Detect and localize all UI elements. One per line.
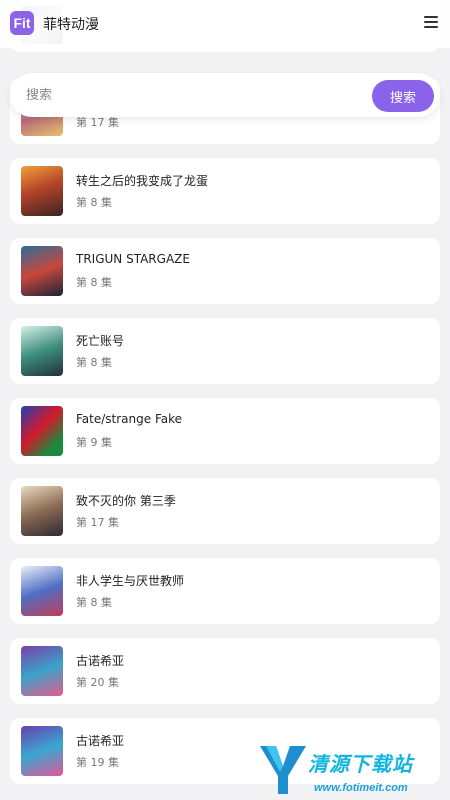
anime-episode: 第 9 集 bbox=[76, 436, 112, 449]
anime-thumbnail bbox=[21, 566, 63, 616]
anime-title: 致不灭的你 第三季 bbox=[76, 494, 176, 508]
search-input[interactable] bbox=[18, 81, 358, 109]
search-bar: 搜索 bbox=[10, 73, 440, 117]
app-logo: Fit bbox=[10, 11, 34, 35]
watermark-text: 清源下载站 bbox=[308, 752, 413, 776]
anime-card[interactable]: TRIGUN STARGAZE 第 8 集 bbox=[10, 238, 440, 304]
anime-thumbnail bbox=[21, 246, 63, 296]
anime-card[interactable]: 非人学生与厌世教师 第 8 集 bbox=[10, 558, 440, 624]
anime-title: TRIGUN STARGAZE bbox=[76, 252, 190, 266]
anime-thumbnail bbox=[21, 486, 63, 536]
anime-title: 转生之后的我变成了龙蛋 bbox=[76, 174, 209, 188]
anime-title: 死亡账号 bbox=[76, 334, 125, 348]
anime-episode: 第 8 集 bbox=[76, 596, 112, 609]
anime-episode: 第 8 集 bbox=[76, 276, 112, 289]
anime-card[interactable]: 古诺希亚 第 20 集 bbox=[10, 638, 440, 704]
anime-episode: 第 19 集 bbox=[76, 756, 119, 769]
anime-thumbnail bbox=[21, 646, 63, 696]
watermark-url: www.fotimeit.com bbox=[314, 782, 408, 794]
anime-title: 古诺希亚 bbox=[76, 654, 125, 668]
anime-thumbnail bbox=[21, 406, 63, 456]
anime-episode: 第 8 集 bbox=[76, 196, 112, 209]
anime-episode: 第 17 集 bbox=[76, 516, 119, 529]
app-title: 菲特动漫 bbox=[43, 17, 99, 33]
anime-episode: 第 8 集 bbox=[76, 356, 112, 369]
hamburger-menu-icon[interactable] bbox=[424, 16, 438, 30]
watermark: 清源下载站 www.fotimeit.com bbox=[256, 740, 450, 800]
anime-thumbnail bbox=[21, 166, 63, 216]
anime-title: 古诺希亚 bbox=[76, 734, 125, 748]
anime-card[interactable]: Fate/strange Fake 第 9 集 bbox=[10, 398, 440, 464]
anime-title: 非人学生与厌世教师 bbox=[76, 574, 185, 588]
watermark-logo-icon bbox=[260, 746, 306, 794]
anime-title: Fate/strange Fake bbox=[76, 412, 183, 426]
anime-card[interactable]: 转生之后的我变成了龙蛋 第 8 集 bbox=[10, 158, 440, 224]
anime-thumbnail bbox=[21, 326, 63, 376]
app-header: Fit 菲特动漫 bbox=[0, 0, 450, 48]
anime-card[interactable]: 致不灭的你 第三季 第 17 集 bbox=[10, 478, 440, 544]
anime-card[interactable]: 死亡账号 第 8 集 bbox=[10, 318, 440, 384]
anime-episode: 第 20 集 bbox=[76, 676, 119, 689]
anime-thumbnail bbox=[21, 726, 63, 776]
search-button[interactable]: 搜索 bbox=[372, 80, 434, 112]
